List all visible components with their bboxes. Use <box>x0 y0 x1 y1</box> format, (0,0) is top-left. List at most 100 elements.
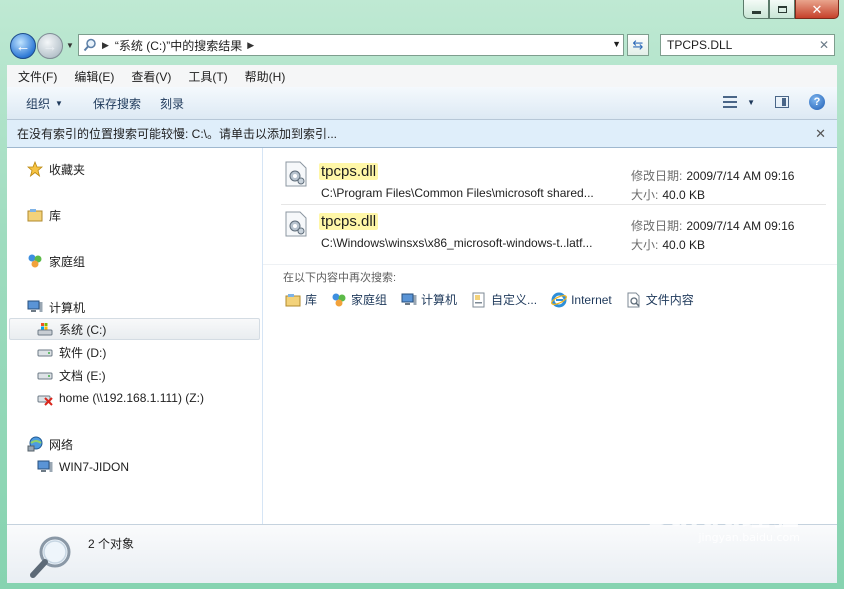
modified-label: 修改日期: <box>631 169 683 183</box>
index-info-bar[interactable]: 在没有索引的位置搜索可能较慢: C:\。请单击以添加到索引... ✕ <box>7 120 837 148</box>
search-result-item[interactable]: tpcps.dll C:\Program Files\Common Files\… <box>281 152 826 202</box>
search-results-pane: tpcps.dll C:\Program Files\Common Files\… <box>263 148 837 524</box>
nav-drive-d[interactable]: 软件 (D:) <box>37 342 106 362</box>
homegroup-icon <box>331 292 347 308</box>
recent-pages-dropdown[interactable]: ▼ <box>66 41 74 50</box>
result-modified: 修改日期: 2009/7/14 AM 09:16 <box>631 217 794 234</box>
navigation-pane: 收藏夹 库 家庭组 计算机 系统 (C:) 软件 (D:) 文档 (E:) ho… <box>7 148 263 524</box>
result-file-path: C:\Program Files\Common Files\microsoft … <box>321 186 594 200</box>
nav-favorites[interactable]: 收藏夹 <box>26 159 86 179</box>
star-icon <box>26 160 44 178</box>
nav-libraries-label: 库 <box>49 208 62 223</box>
nav-libraries[interactable]: 库 <box>27 205 61 225</box>
search-folder-icon <box>83 38 97 52</box>
refresh-button[interactable]: ⇆ <box>627 34 649 56</box>
menu-tools[interactable]: 工具(T) <box>177 68 233 85</box>
burn-button[interactable]: 刻录 <box>160 95 184 112</box>
nav-network[interactable]: 网络 <box>27 434 73 454</box>
search-again-option-label: Internet <box>571 292 612 307</box>
preview-pane-icon[interactable] <box>775 96 789 108</box>
maximize-icon <box>777 5 787 13</box>
search-again-option-label: 库 <box>305 293 318 307</box>
search-input[interactable]: TPCPS.DLL <box>667 38 816 52</box>
nav-drive-c[interactable]: 系统 (C:) <box>37 319 106 339</box>
nav-drive-label: 文档 (E:) <box>59 368 106 383</box>
homegroup-icon <box>27 253 43 269</box>
address-bar[interactable]: ▶ “系统 (C:)”中的搜索结果 ▶ ▼ <box>78 34 624 56</box>
nav-homegroup-label: 家庭组 <box>49 254 86 269</box>
search-box[interactable]: TPCPS.DLL ✕ <box>660 34 835 56</box>
clear-search-icon[interactable]: ✕ <box>816 38 832 52</box>
index-info-message[interactable]: 在没有索引的位置搜索可能较慢: C:\。请单击以添加到索引... <box>17 125 337 142</box>
computer-icon <box>27 299 43 315</box>
nav-favorites-label: 收藏夹 <box>49 162 86 177</box>
size-label: 大小: <box>631 188 659 202</box>
close-icon: ✕ <box>811 1 823 17</box>
breadcrumb-chevron-icon[interactable]: ▶ <box>102 40 109 51</box>
search-again-option-label: 计算机 <box>421 293 458 307</box>
maximize-button[interactable] <box>769 0 795 19</box>
search-again-libraries[interactable]: 库 <box>285 291 317 308</box>
size-value: 40.0 KB <box>662 238 706 252</box>
nav-network-computer-label: WIN7-JIDON <box>59 460 129 474</box>
nav-homegroup[interactable]: 家庭组 <box>27 251 85 271</box>
search-again-option-label: 家庭组 <box>351 293 388 307</box>
nav-drive-z[interactable]: home (\\192.168.1.111) (Z:) <box>37 388 204 408</box>
internet-explorer-icon <box>551 292 568 308</box>
search-again-option-label: 文件内容 <box>645 293 694 307</box>
computer-icon <box>37 459 53 475</box>
close-button[interactable]: ✕ <box>795 0 839 19</box>
menu-file[interactable]: 文件(F) <box>7 68 63 85</box>
result-file-name[interactable]: tpcps.dll <box>319 213 379 230</box>
item-count: 2 个对象 <box>88 537 135 551</box>
address-row: ← → ▼ ▶ “系统 (C:)”中的搜索结果 ▶ ▼ ⇆ TPCPS.DLL … <box>10 32 835 60</box>
change-view-icon[interactable] <box>723 95 738 109</box>
close-icon[interactable]: ✕ <box>815 126 826 142</box>
nav-drive-label: 系统 (C:) <box>59 322 107 337</box>
search-again-options: 库 家庭组 计算机 自定义... Internet 文件内容 <box>285 291 708 308</box>
chevron-down-icon: ▼ <box>55 98 63 108</box>
view-options-dropdown[interactable]: ▼ <box>747 98 755 107</box>
nav-network-label: 网络 <box>49 437 74 452</box>
address-dropdown-icon[interactable]: ▼ <box>612 39 621 49</box>
result-modified: 修改日期: 2009/7/14 AM 09:16 <box>631 167 794 184</box>
disconnected-network-drive-icon <box>37 390 53 406</box>
result-file-name[interactable]: tpcps.dll <box>319 163 379 180</box>
search-result-item[interactable]: tpcps.dll C:\Windows\winsxs\x86_microsof… <box>281 202 826 252</box>
nav-drive-label: home (\\192.168.1.111) (Z:) <box>59 391 204 405</box>
search-again-label: 在以下内容中再次搜索: <box>283 272 397 284</box>
dll-file-icon <box>285 161 307 187</box>
menu-edit[interactable]: 编辑(E) <box>63 68 120 85</box>
modified-value: 2009/7/14 AM 09:16 <box>686 169 795 183</box>
nav-computer[interactable]: 计算机 <box>27 297 85 317</box>
size-value: 40.0 KB <box>662 188 706 202</box>
computer-icon <box>401 292 417 308</box>
search-again-custom[interactable]: 自定义... <box>471 291 537 308</box>
size-label: 大小: <box>631 238 659 252</box>
nav-drive-e[interactable]: 文档 (E:) <box>37 365 106 385</box>
forward-button[interactable]: → <box>37 33 63 59</box>
breadcrumb-chevron-icon[interactable]: ▶ <box>247 40 254 51</box>
nav-network-computer[interactable]: WIN7-JIDON <box>37 457 129 477</box>
library-icon <box>27 207 43 223</box>
toolbar-right-group: ▼ ? <box>723 94 825 110</box>
search-again-internet[interactable]: Internet <box>551 291 612 308</box>
address-path[interactable]: “系统 (C:)”中的搜索结果 <box>115 37 242 54</box>
modified-value: 2009/7/14 AM 09:16 <box>686 219 795 233</box>
minimize-button[interactable] <box>743 0 769 19</box>
refresh-icon: ⇆ <box>632 37 644 52</box>
organize-button[interactable]: 组织 ▼ <box>26 95 63 112</box>
search-again-file-contents[interactable]: 文件内容 <box>626 291 694 308</box>
menu-bar: 文件(F) 编辑(E) 查看(V) 工具(T) 帮助(H) <box>7 65 837 88</box>
nav-computer-label: 计算机 <box>49 300 86 315</box>
search-again-option-label: 自定义... <box>491 293 538 307</box>
menu-view[interactable]: 查看(V) <box>120 68 177 85</box>
search-again-computer[interactable]: 计算机 <box>401 291 457 308</box>
menu-help[interactable]: 帮助(H) <box>234 68 292 85</box>
back-button[interactable]: ← <box>10 33 36 59</box>
network-icon <box>27 436 43 452</box>
help-icon[interactable]: ? <box>809 94 825 110</box>
save-search-button[interactable]: 保存搜索 <box>93 95 141 112</box>
hard-drive-icon <box>37 344 53 360</box>
search-again-homegroup[interactable]: 家庭组 <box>331 291 387 308</box>
